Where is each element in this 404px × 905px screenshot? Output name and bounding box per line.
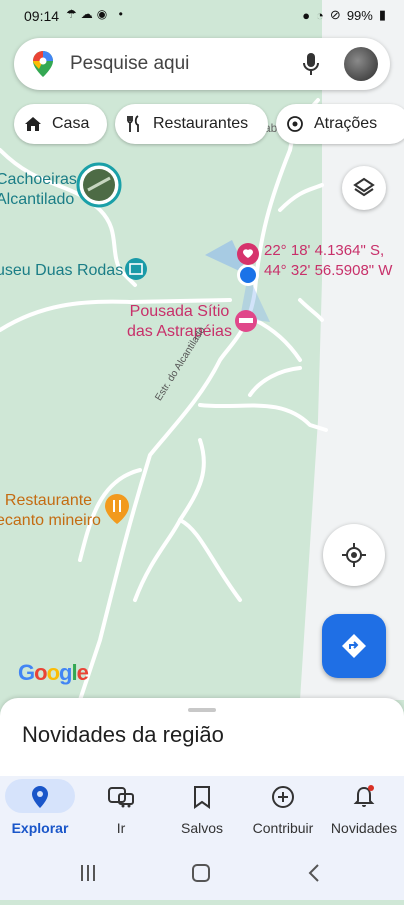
bookmark-icon (162, 782, 242, 812)
wifi-icon: ◔ (316, 7, 324, 23)
nav-label: Contribuir (252, 820, 314, 836)
commute-icon (81, 782, 161, 812)
crosshair-icon (342, 543, 366, 567)
saved-place-pin-icon (237, 243, 259, 265)
place-label-museu[interactable]: useu Duas Rodas (0, 261, 123, 281)
chip-casa[interactable]: Casa (14, 104, 107, 144)
my-location-button[interactable] (323, 524, 385, 586)
back-icon[interactable] (308, 864, 319, 882)
layers-icon (353, 177, 375, 197)
nav-label: Salvos (180, 820, 224, 836)
directions-button[interactable] (322, 614, 386, 678)
nav-contribuir[interactable]: Contribuir (243, 776, 323, 844)
directions-icon (342, 634, 366, 658)
battery-text: 99% (346, 7, 373, 23)
battery-icon: ▮ (378, 7, 386, 22)
mic-icon[interactable] (302, 52, 320, 76)
nav-label: Explorar (11, 820, 69, 836)
sheet-handle[interactable] (188, 708, 216, 712)
nav-explorar[interactable]: Explorar (0, 776, 80, 844)
nav-novidades[interactable]: Novidades (324, 776, 404, 844)
recent-apps-icon[interactable] (81, 865, 95, 881)
hotel-icon (235, 310, 257, 332)
system-nav-bar (0, 844, 404, 900)
museum-icon (125, 258, 147, 280)
place-label-pousada[interactable]: Pousada Sítio das Astrapéias (127, 302, 232, 342)
category-chips: Casa Restaurantes Atrações (14, 104, 404, 144)
add-circle-icon (243, 782, 323, 812)
place-label-cachoeiras[interactable]: Cachoeiras Alcantilado (0, 170, 77, 210)
chip-atracoes[interactable]: Atrações (276, 104, 404, 144)
bottom-nav: Explorar Ir Salvos Contribuir Novidades (0, 776, 404, 844)
status-bar: 09:14 ☂☁◉ • ● ◔ ⊘ 99% ▮ (0, 0, 404, 32)
maps-logo-icon (33, 51, 53, 77)
notification-icons: ☂☁◉ • (66, 7, 127, 21)
chip-label: Atrações (314, 115, 378, 132)
avatar[interactable] (344, 47, 378, 81)
news-sheet[interactable]: Novidades da região (0, 698, 404, 776)
home-icon (24, 115, 42, 133)
nav-label: Ir (116, 820, 126, 836)
home-button-icon[interactable] (192, 864, 210, 882)
chip-label: Restaurantes (153, 115, 249, 132)
waterfall-photo-marker (76, 162, 122, 208)
place-label-restaurante[interactable]: Restaurante ecanto mineiro (0, 491, 101, 531)
sheet-title: Novidades da região (22, 722, 224, 747)
coordinates-label: 22° 18' 4.1364" S, 44° 32' 56.5908" W (264, 242, 393, 279)
chip-restaurantes[interactable]: Restaurantes (115, 104, 268, 144)
location-icon: ● (302, 7, 311, 23)
nav-ir[interactable]: Ir (81, 776, 161, 844)
explore-pin-icon (0, 782, 80, 812)
bell-icon (324, 782, 404, 812)
search-bar[interactable]: Pesquise aqui (14, 38, 390, 90)
dnd-icon: ⊘ (329, 7, 341, 22)
search-input[interactable]: Pesquise aqui (70, 53, 189, 75)
status-time: 09:14 (24, 8, 60, 24)
google-attribution: Google (18, 660, 89, 685)
layers-button[interactable] (342, 166, 386, 210)
attraction-icon (286, 115, 304, 133)
nav-label: Novidades (330, 820, 398, 836)
fork-knife-icon (125, 115, 143, 133)
chip-label: Casa (52, 115, 90, 132)
nav-salvos[interactable]: Salvos (162, 776, 242, 844)
